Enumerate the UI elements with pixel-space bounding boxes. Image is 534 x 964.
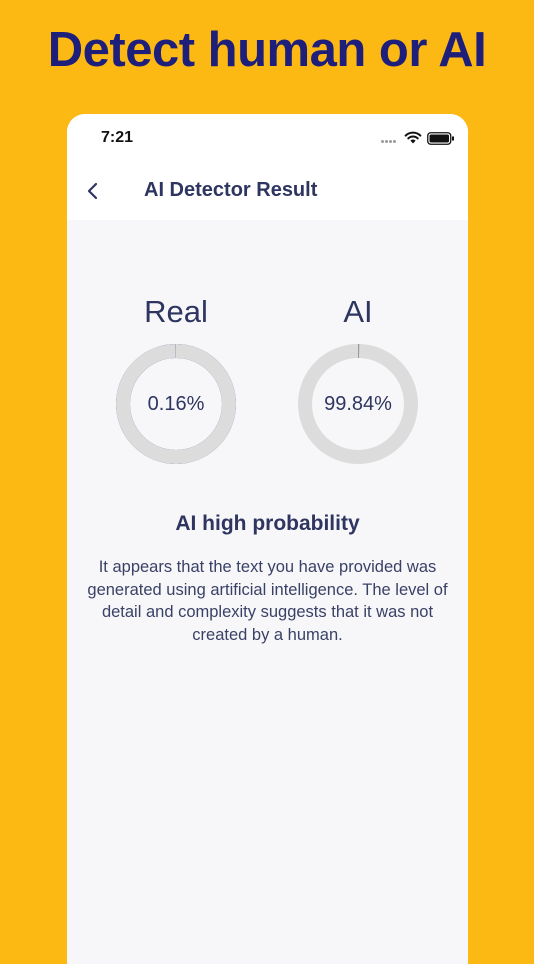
gauge-label: AI bbox=[343, 294, 373, 329]
chevron-left-icon[interactable] bbox=[83, 180, 105, 202]
promo-headline: Detect human or AI bbox=[47, 23, 487, 77]
gauge-label: Real bbox=[144, 294, 208, 329]
status-bar: 7:21 bbox=[67, 114, 468, 164]
gauge-ai: AI 99.84% bbox=[296, 294, 420, 466]
page-title: AI Detector Result bbox=[144, 179, 318, 201]
signal-dots-icon bbox=[381, 140, 399, 144]
phone-screen: 7:21 AI Detector Result Real 0.16% AI 99… bbox=[67, 114, 468, 964]
gauge-value: 99.84% bbox=[324, 392, 392, 415]
wifi-icon bbox=[404, 131, 422, 144]
result-description: It appears that the text you have provid… bbox=[87, 558, 448, 644]
status-time: 7:21 bbox=[101, 129, 134, 146]
nav-bar: AI Detector Result bbox=[67, 164, 468, 220]
gauge-real: Real 0.16% bbox=[114, 294, 238, 466]
battery-icon bbox=[427, 132, 454, 145]
result-title: AI high probability bbox=[175, 512, 360, 535]
ring-chart: 0.16% bbox=[114, 342, 238, 466]
gauge-value: 0.16% bbox=[147, 392, 205, 415]
ring-chart: 99.84% bbox=[296, 342, 420, 466]
